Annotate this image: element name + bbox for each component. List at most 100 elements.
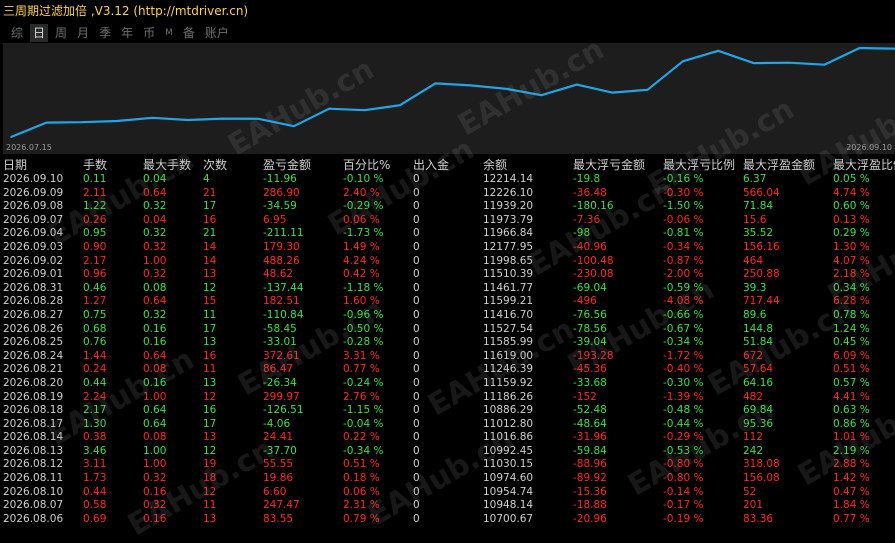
table-cell: 10954.74 <box>483 485 534 498</box>
table-cell: 17 <box>203 322 217 335</box>
table-cell: -0.44 % <box>663 417 704 430</box>
table-cell: 2.17 <box>83 254 107 267</box>
column-header[interactable]: 次数 <box>203 157 261 173</box>
column-header[interactable]: 日期 <box>3 157 79 173</box>
table-cell: 0.58 <box>83 499 107 512</box>
table-cell: 2026.08.20 <box>3 376 64 389</box>
column-header[interactable]: 最大浮亏金额 <box>573 157 661 173</box>
table-cell: -4.06 <box>263 417 291 430</box>
table-row[interactable]: 2026.08.07 0.58 0.32 11 247.47 2.31 % 0 10948.1… <box>0 499 895 513</box>
table-row[interactable]: 2026.08.14 0.38 0.08 13 24.41 0.22 % 0 11016.86… <box>0 431 895 445</box>
column-header[interactable]: 手数 <box>83 157 139 173</box>
table-cell: 13 <box>203 268 217 281</box>
table-cell: -1.50 % <box>663 200 704 213</box>
table-cell: 0.75 <box>83 308 107 321</box>
tab-9[interactable]: 账户 <box>202 24 232 42</box>
column-header[interactable]: 余额 <box>483 157 571 173</box>
table-row[interactable]: 2026.09.08 1.22 0.32 17 -34.59 -0.29 % 0 11939.… <box>0 200 895 214</box>
table-cell: 18 <box>203 472 217 485</box>
balance-chart-svg <box>10 46 895 139</box>
table-cell: 179.30 <box>263 240 300 253</box>
table-row[interactable]: 2026.08.28 1.27 0.64 15 182.51 1.60 % 0 11599.2… <box>0 295 895 309</box>
table-row[interactable]: 2026.08.11 1.73 0.32 18 19.86 0.18 % 0 10974.60… <box>0 472 895 486</box>
table-cell: 0 <box>413 308 420 321</box>
table-cell: -31.96 <box>573 431 607 444</box>
table-cell: 11461.77 <box>483 281 534 294</box>
table-row[interactable]: 2026.08.31 0.46 0.08 12 -137.44 -1.18 % 0 11461… <box>0 282 895 296</box>
column-header[interactable]: 百分比% <box>343 157 411 173</box>
table-cell: 1.30 % <box>833 240 870 253</box>
table-cell: 11966.84 <box>483 227 534 240</box>
table-cell: -1.18 % <box>343 281 384 294</box>
table-cell: 0 <box>413 173 420 185</box>
table-cell: -11.96 <box>263 173 297 185</box>
table-cell: 0.11 <box>83 173 107 185</box>
table-cell: -230.08 <box>573 268 614 281</box>
tab-8[interactable]: 备 <box>180 24 198 42</box>
table-row[interactable]: 2026.08.20 0.44 0.16 13 -26.34 -0.24 % 0 11159.… <box>0 377 895 391</box>
table-row[interactable]: 2026.09.01 0.96 0.32 13 48.62 0.42 % 0 11510.39… <box>0 268 895 282</box>
table-cell: 0.08 <box>143 281 167 294</box>
balance-point <box>328 107 331 110</box>
table-cell: 21 <box>203 186 217 199</box>
tab-5[interactable]: 年 <box>118 24 136 42</box>
table-cell: 24.41 <box>263 431 294 444</box>
table-row[interactable]: 2026.08.17 1.30 0.64 17 -4.06 -0.04 % 0 11012.8… <box>0 418 895 432</box>
table-row[interactable]: 2026.08.10 0.44 0.16 12 6.60 0.06 % 0 10954.74 -… <box>0 486 895 500</box>
table-cell: 672 <box>743 349 764 362</box>
table-cell: 2026.08.25 <box>3 336 64 349</box>
table-row[interactable]: 2026.09.04 0.95 0.32 21 -211.11 -1.73 % 0 11966… <box>0 227 895 241</box>
table-cell: -45.36 <box>573 363 607 376</box>
table-row[interactable]: 2026.09.07 0.26 0.04 16 6.95 0.06 % 0 11973.79 -… <box>0 214 895 228</box>
table-row[interactable]: 2026.08.12 3.11 1.00 19 55.55 0.51 % 0 11030.15… <box>0 458 895 472</box>
table-row[interactable]: 2026.08.21 0.24 0.08 11 86.47 0.77 % 0 11246.39… <box>0 363 895 377</box>
table-row[interactable]: 2026.08.06 0.69 0.16 13 83.55 0.79 % 0 10700.67… <box>0 513 895 527</box>
tab-1[interactable]: 日 <box>30 24 49 42</box>
table-row[interactable]: 2026.08.27 0.75 0.32 11 -110.84 -0.96 % 0 11416… <box>0 309 895 323</box>
table-cell: -1.15 % <box>343 404 384 417</box>
table-row[interactable]: 2026.09.10 0.11 0.04 4 -11.96 -0.10 % 0 12214.1… <box>0 173 895 187</box>
table-cell: 2026.08.19 <box>3 390 64 403</box>
table-row[interactable]: 2026.08.24 1.44 0.64 16 372.61 3.31 % 0 11619.0… <box>0 350 895 364</box>
table-cell: 1.01 % <box>833 431 870 444</box>
table-cell: -0.59 % <box>663 281 704 294</box>
tab-4[interactable]: 季 <box>96 24 114 42</box>
table-cell: 2026.08.26 <box>3 322 64 335</box>
table-row[interactable]: 2026.08.18 2.17 0.64 16 -126.51 -1.15 % 0 10886… <box>0 404 895 418</box>
column-header[interactable]: 最大浮亏比例 <box>663 157 741 173</box>
table-row[interactable]: 2026.08.19 2.24 1.00 12 299.97 2.76 % 0 11186.2… <box>0 391 895 405</box>
table-cell: -0.48 % <box>663 404 704 417</box>
column-header[interactable]: 盈亏金额 <box>263 157 341 173</box>
table-cell: 488.26 <box>263 254 300 267</box>
table-row[interactable]: 2026.09.09 2.11 0.64 21 286.90 2.40 % 0 12226.1… <box>0 187 895 201</box>
tab-7[interactable]: M <box>162 24 176 42</box>
table-cell: -18.88 <box>573 499 607 512</box>
tab-2[interactable]: 周 <box>52 24 70 42</box>
table-row[interactable]: 2026.08.26 0.68 0.16 17 -58.45 -0.50 % 0 11527.… <box>0 323 895 337</box>
table-row[interactable]: 2026.08.25 0.76 0.16 13 -33.01 -0.28 % 0 11585.… <box>0 336 895 350</box>
stats-table: 日期 手数 最大手数 次数 盈亏金额 百分比% 出入金 余额 最大浮亏金额 最大浮亏比例 最大浮盈金… <box>0 157 895 526</box>
balance-point <box>540 94 543 97</box>
tab-0[interactable]: 综 <box>8 24 26 42</box>
table-cell: 2026.09.04 <box>3 227 64 240</box>
table-row[interactable]: 2026.09.02 2.17 1.00 14 488.26 4.24 % 0 11998.6… <box>0 255 895 269</box>
table-row[interactable]: 2026.09.03 0.90 0.32 14 179.30 1.49 % 0 12177.9… <box>0 241 895 255</box>
table-cell: -52.48 <box>573 404 607 417</box>
table-cell: 0.69 <box>83 512 107 525</box>
table-cell: 156.16 <box>743 240 780 253</box>
balance-line <box>10 46 895 139</box>
table-cell: -0.34 % <box>663 336 704 349</box>
column-header[interactable]: 最大手数 <box>143 157 201 173</box>
table-cell: -0.30 % <box>663 186 704 199</box>
column-header[interactable]: 最大浮盈比例 <box>833 157 895 173</box>
table-cell: 89.6 <box>743 308 767 321</box>
table-cell: -126.51 <box>263 404 304 417</box>
table-cell: -0.24 % <box>343 376 384 389</box>
tab-6[interactable]: 币 <box>140 24 158 42</box>
tab-3[interactable]: 月 <box>74 24 92 42</box>
table-cell: 3.31 % <box>343 349 380 362</box>
column-header[interactable]: 出入金 <box>413 157 481 173</box>
column-header[interactable]: 最大浮盈金额 <box>743 157 831 173</box>
table-cell: -0.19 % <box>663 512 704 525</box>
table-row[interactable]: 2026.08.13 3.46 1.00 12 -37.70 -0.34 % 0 10992.… <box>0 445 895 459</box>
